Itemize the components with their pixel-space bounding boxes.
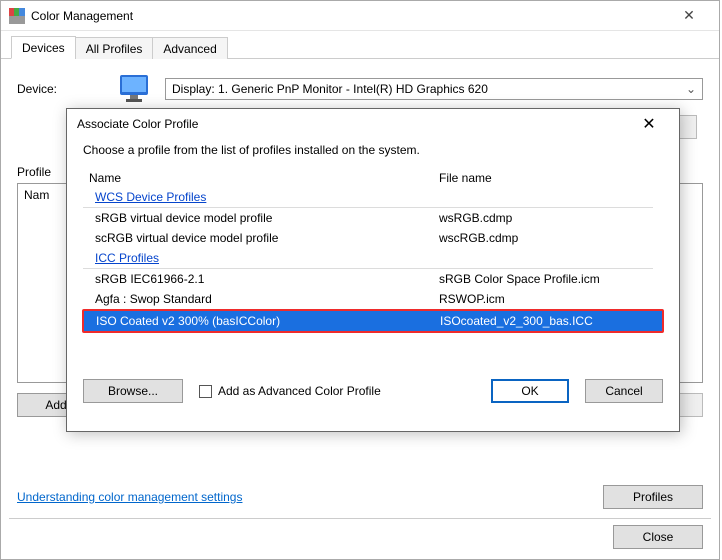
footer-divider [9, 518, 711, 519]
column-name: Name [89, 171, 439, 185]
profile-row[interactable]: sRGB virtual device model profile wsRGB.… [83, 208, 663, 228]
column-filename: File name [439, 171, 657, 185]
device-dropdown[interactable]: Display: 1. Generic PnP Monitor - Intel(… [165, 78, 703, 100]
close-button[interactable]: Close [613, 525, 703, 549]
profile-row[interactable]: sRGB IEC61966-2.1 sRGB Color Space Profi… [83, 269, 663, 289]
profile-row-selected[interactable]: ISO Coated v2 300% (basICColor) ISOcoate… [84, 311, 662, 331]
chevron-down-icon: ⌄ [686, 82, 696, 96]
profile-filename: wscRGB.cdmp [439, 231, 657, 245]
checkbox-label: Add as Advanced Color Profile [218, 384, 381, 398]
profile-name: sRGB virtual device model profile [89, 211, 439, 225]
profile-filename: RSWOP.icm [439, 292, 657, 306]
footer-row: Understanding color management settings … [17, 485, 703, 509]
app-icon [9, 8, 25, 24]
dialog-instruction: Choose a profile from the list of profil… [83, 143, 663, 157]
dialog-titlebar: Associate Color Profile ✕ [67, 109, 679, 139]
profile-row[interactable]: Agfa : Swop Standard RSWOP.icm [83, 289, 663, 309]
device-label: Device: [17, 82, 117, 96]
close-icon: ✕ [683, 7, 695, 24]
ok-button[interactable]: OK [491, 379, 569, 403]
tabstrip: Devices All Profiles Advanced [1, 35, 719, 59]
profile-name: Agfa : Swop Standard [89, 292, 439, 306]
profile-filename: ISOcoated_v2_300_bas.ICC [440, 314, 656, 328]
browse-button[interactable]: Browse... [83, 379, 183, 403]
profile-list: Name File name WCS Device Profiles sRGB … [83, 167, 663, 333]
group-icc-profiles[interactable]: ICC Profiles [83, 248, 653, 269]
close-icon: ✕ [642, 114, 655, 134]
group-wcs-profiles[interactable]: WCS Device Profiles [83, 187, 653, 208]
bg-list-header: Nam [24, 188, 49, 202]
monitor-icon [117, 73, 157, 105]
profiles-button[interactable]: Profiles [603, 485, 703, 509]
profile-filename: sRGB Color Space Profile.icm [439, 272, 657, 286]
window-title: Color Management [31, 9, 667, 23]
dialog-close-button[interactable]: ✕ [629, 111, 669, 137]
dialog-title: Associate Color Profile [77, 117, 629, 131]
checkbox-box [199, 385, 212, 398]
dialog-button-row: Browse... Add as Advanced Color Profile … [83, 379, 663, 403]
tab-all-profiles[interactable]: All Profiles [75, 37, 154, 59]
tab-devices[interactable]: Devices [11, 36, 76, 59]
window-close-button[interactable]: ✕ [667, 2, 711, 30]
associate-color-profile-dialog: Associate Color Profile ✕ Choose a profi… [66, 108, 680, 432]
profile-filename: wsRGB.cdmp [439, 211, 657, 225]
profile-name: sRGB IEC61966-2.1 [89, 272, 439, 286]
profile-name: scRGB virtual device model profile [89, 231, 439, 245]
cancel-button[interactable]: Cancel [585, 379, 663, 403]
profile-name: ISO Coated v2 300% (basICColor) [90, 314, 440, 328]
profile-row[interactable]: scRGB virtual device model profile wscRG… [83, 228, 663, 248]
dialog-content: Choose a profile from the list of profil… [67, 139, 679, 415]
device-row: Device: Display: 1. Generic PnP Monitor … [17, 73, 703, 105]
advanced-profile-checkbox[interactable]: Add as Advanced Color Profile [199, 384, 381, 398]
tab-advanced[interactable]: Advanced [152, 37, 227, 59]
help-link[interactable]: Understanding color management settings [17, 490, 242, 504]
device-dropdown-value: Display: 1. Generic PnP Monitor - Intel(… [172, 82, 488, 96]
titlebar: Color Management ✕ [1, 1, 719, 31]
profile-list-header[interactable]: Name File name [83, 167, 663, 187]
selection-highlight-marker: ISO Coated v2 300% (basICColor) ISOcoate… [82, 309, 664, 333]
